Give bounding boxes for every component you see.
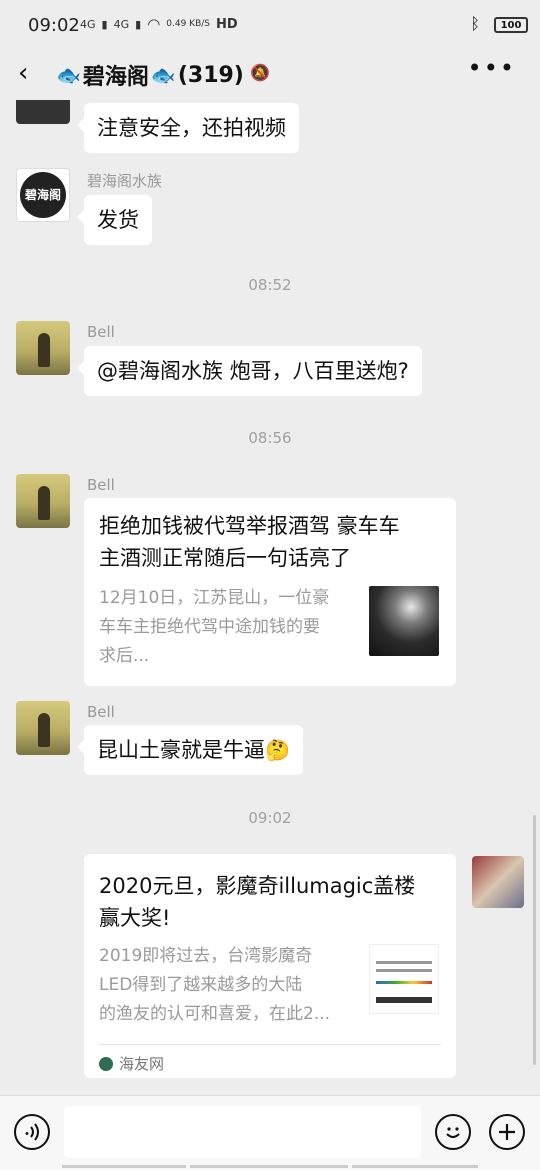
card-description: 2019即将过去，台湾影魔奇 LED得到了越来越多的大陆 的渔友的认可和喜爱，在…	[99, 942, 330, 1029]
emoji-icon[interactable]	[435, 1114, 471, 1150]
sender-name: Bell	[87, 476, 115, 494]
input-bar	[0, 1095, 540, 1170]
status-time: 09:02	[28, 15, 80, 36]
card-thumbnail	[369, 944, 439, 1014]
status-indicators: 4G ▮ 4G ▮ ◠ 0.49 KB/S HD	[80, 15, 238, 33]
card-desc-line: 车车主拒绝代驾中途加钱的要	[99, 617, 320, 637]
sender-name: Bell	[87, 703, 115, 721]
message-list[interactable]: 注意安全，还拍视频 碧海阁 碧海阁水族 发货 08:52 Bell @碧海阁水族…	[0, 100, 540, 1095]
timestamp: 09:02	[248, 809, 292, 827]
plus-icon[interactable]	[489, 1114, 525, 1150]
fish-icon: 🐟	[150, 63, 176, 87]
link-card[interactable]: 2020元旦，影魔奇illumagic盖楼 赢大奖! 2019即将过去，台湾影魔…	[84, 854, 456, 1078]
back-icon[interactable]: ‹	[18, 58, 28, 88]
card-title-line: 赢大奖!	[99, 906, 171, 930]
card-source: 海友网	[99, 1044, 441, 1074]
group-name: 碧海阁	[82, 65, 149, 90]
message-text: 发货	[97, 208, 139, 232]
message-input[interactable]	[64, 1106, 421, 1158]
signal-bars-icon: ▮	[135, 17, 142, 31]
card-description: 12月10日，江苏昆山，一位豪 车车主拒绝代驾中途加钱的要 求后...	[99, 584, 329, 671]
signal-1: 4G	[80, 17, 96, 31]
battery-icon: 100	[494, 17, 528, 33]
nav-indicator	[190, 1165, 348, 1168]
card-desc-line: 12月10日，江苏昆山，一位豪	[99, 588, 330, 608]
mute-bell-icon: 🔕	[250, 63, 270, 82]
message-bubble[interactable]: 昆山土豪就是牛逼🤔	[77, 725, 303, 775]
network-speed: 0.49 KB/S	[166, 19, 211, 29]
fish-icon: 🐟	[56, 63, 81, 87]
bluetooth-icon: ᛒ	[470, 14, 480, 33]
card-title: 拒绝加钱被代驾举报酒驾 豪车车 主酒测正常随后一句话亮了	[99, 510, 400, 574]
hd-badge: HD	[216, 16, 238, 32]
message-bubble[interactable]: 发货	[77, 195, 152, 245]
nav-indicator	[352, 1165, 478, 1168]
source-name: 海友网	[119, 1055, 165, 1073]
signal-bars-icon: ▮	[101, 17, 108, 31]
message-text: 昆山土豪就是牛逼	[97, 738, 265, 762]
card-desc-line: 的渔友的认可和喜爱，在此2...	[99, 1004, 331, 1024]
nav-indicator	[62, 1165, 186, 1168]
wifi-icon: ◠	[147, 15, 161, 33]
card-desc-line: 2019即将过去，台湾影魔奇	[99, 946, 313, 966]
avatar[interactable]	[16, 474, 70, 528]
avatar[interactable]	[16, 701, 70, 755]
avatar-logo: 碧海阁	[20, 172, 66, 218]
status-bar: 09:02 4G ▮ 4G ▮ ◠ 0.49 KB/S HD ᛒ 100	[0, 0, 540, 50]
chat-title: 🐟 碧海阁 🐟 (319)	[56, 59, 244, 91]
card-title-line: 拒绝加钱被代驾举报酒驾 豪车车	[99, 514, 400, 538]
card-desc-line: 求后...	[99, 646, 150, 666]
timestamp: 08:52	[248, 276, 292, 294]
sender-name: Bell	[87, 323, 115, 341]
avatar[interactable]: 碧海阁	[16, 168, 70, 222]
more-icon[interactable]: •••	[468, 54, 516, 82]
thinking-emoji-icon: 🤔	[265, 738, 290, 762]
voice-icon[interactable]	[14, 1114, 50, 1150]
member-count: (319)	[177, 62, 244, 88]
chat-header: ‹ 🐟 碧海阁 🐟 (319) 🔕 •••	[0, 50, 540, 100]
message-bubble[interactable]: @碧海阁水族 炮哥，八百里送炮?	[77, 346, 422, 396]
avatar[interactable]	[16, 100, 70, 124]
battery-level: 100	[500, 19, 522, 31]
avatar[interactable]	[16, 321, 70, 375]
message-bubble[interactable]: 注意安全，还拍视频	[77, 103, 299, 153]
card-desc-line: LED得到了越来越多的大陆	[99, 975, 303, 995]
avatar[interactable]	[472, 856, 524, 908]
message-text: 注意安全，还拍视频	[97, 116, 286, 140]
card-title-line: 主酒测正常随后一句话亮了	[99, 546, 351, 570]
site-logo-icon	[99, 1056, 113, 1071]
scrollbar[interactable]	[533, 815, 536, 1065]
timestamp: 08:56	[248, 429, 292, 447]
link-card[interactable]: 拒绝加钱被代驾举报酒驾 豪车车 主酒测正常随后一句话亮了 12月10日，江苏昆山…	[84, 498, 456, 686]
card-title: 2020元旦，影魔奇illumagic盖楼 赢大奖!	[99, 870, 415, 934]
message-text: @碧海阁水族 炮哥，八百里送炮?	[97, 359, 409, 383]
card-title-line: 2020元旦，影魔奇illumagic盖楼	[99, 874, 416, 898]
sender-name: 碧海阁水族	[87, 172, 163, 190]
signal-2: 4G	[113, 17, 130, 31]
card-thumbnail	[369, 586, 439, 656]
